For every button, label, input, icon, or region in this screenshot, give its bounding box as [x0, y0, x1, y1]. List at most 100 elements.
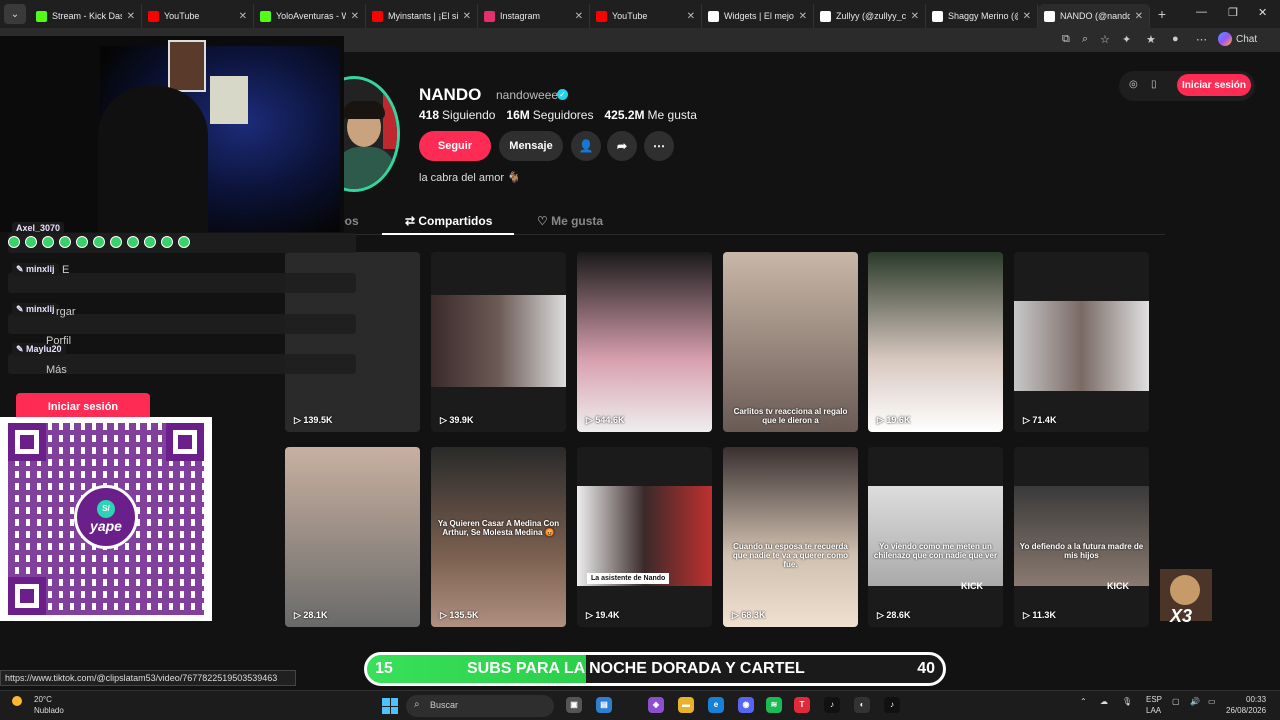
browser-tab[interactable]: Zullyy (@zullyy_cs) | ✕ — [814, 4, 926, 28]
video-card[interactable]: ▷ 39.9K — [431, 252, 566, 432]
network-icon[interactable]: ▢ — [1172, 697, 1180, 706]
tab-close-icon[interactable]: ✕ — [127, 11, 135, 22]
tab-close-icon[interactable]: ✕ — [463, 11, 471, 22]
browser-tab[interactable]: Stream - Kick Dashb ✕ — [30, 4, 142, 28]
zoom-icon[interactable]: ⌕ — [1082, 33, 1088, 46]
play-icon: ▷ — [877, 610, 887, 620]
tab-close-icon[interactable]: ✕ — [351, 11, 359, 22]
battery-icon[interactable]: ▭ — [1208, 697, 1216, 706]
video-card[interactable]: ▷ 28.1K — [285, 447, 420, 627]
app-icon[interactable]: T — [794, 697, 810, 713]
verified-badge-icon: ✓ — [557, 89, 568, 100]
more-icon[interactable]: ⋯ — [644, 131, 674, 161]
video-card[interactable]: ▷ 544.6K — [577, 252, 712, 432]
task-view-icon[interactable]: ▣ — [566, 697, 582, 713]
add-friend-icon[interactable]: 👤 — [571, 131, 601, 161]
minimize-icon[interactable]: — — [1196, 6, 1207, 18]
play-icon: ▷ — [440, 415, 450, 425]
browser-tab[interactable]: Instagram ✕ — [478, 4, 590, 28]
copilot-app-icon[interactable]: ◈ — [648, 697, 664, 713]
tray-app-icon[interactable]: ☁ — [1100, 697, 1108, 706]
video-thumbnail — [431, 295, 566, 387]
open-app-icon[interactable]: ⧉ — [1062, 33, 1070, 46]
discord-icon[interactable]: ◉ — [738, 697, 754, 713]
new-tab-icon[interactable]: + — [1150, 6, 1174, 22]
profile-avatar-icon[interactable]: ● — [1172, 33, 1179, 45]
weather-widget[interactable]: 20°C Nublado — [12, 694, 64, 716]
follow-button[interactable]: Seguir — [419, 131, 491, 161]
taskbar-clock[interactable]: 00:33 26/08/2026 — [1226, 694, 1266, 716]
tab-shared[interactable]: ⇄ Compartidos — [405, 214, 492, 228]
play-icon: ▷ — [294, 415, 304, 425]
extensions-icon[interactable]: ✦ — [1122, 33, 1131, 46]
tiktok-live-icon[interactable]: ♪ — [884, 697, 900, 713]
edge-browser-icon[interactable]: e — [708, 697, 724, 713]
browser-tab[interactable]: Myinstants | ¡El sitio ✕ — [366, 4, 478, 28]
widgets-app-icon[interactable]: ▤ — [596, 697, 612, 713]
spotify-icon[interactable]: ≋ — [766, 697, 782, 713]
tab-favicon-icon — [932, 10, 943, 22]
menu-more[interactable]: Más — [46, 364, 67, 376]
copilot-chat-button[interactable]: Chat — [1218, 32, 1257, 46]
file-explorer-icon[interactable]: ▬ — [678, 697, 694, 713]
video-view-count: ▷ 139.5K — [294, 415, 333, 425]
video-card[interactable]: Cuando tu esposa te recuerda que nadie t… — [723, 447, 858, 627]
device-icon[interactable]: ▯ — [1151, 79, 1157, 90]
obs-app-icon[interactable]: ◐ — [854, 697, 870, 713]
favorite-star-icon[interactable]: ☆ — [1100, 33, 1110, 46]
tab-close-icon[interactable]: ✕ — [799, 11, 807, 22]
webcam-overlay — [0, 36, 344, 232]
tab-close-icon[interactable]: ✕ — [911, 11, 919, 22]
followers-stat[interactable]: 16M Seguidores — [506, 108, 593, 122]
browser-tab[interactable]: NANDO (@nandowe ✕ — [1038, 4, 1150, 28]
video-card[interactable]: Carlitos tv reacciona al regalo que le d… — [723, 252, 858, 432]
browser-tab[interactable]: YoloAventuras - Wat ✕ — [254, 4, 366, 28]
start-menu-icon[interactable] — [382, 698, 398, 714]
video-card[interactable]: Ya Quieren Casar A Medina Con Arthur, Se… — [431, 447, 566, 627]
language-indicator[interactable]: ESP LAA — [1146, 694, 1162, 716]
tiktok-app-icon[interactable]: ♪ — [824, 697, 840, 713]
tab-close-icon[interactable]: ✕ — [1023, 11, 1031, 22]
volume-icon[interactable]: 🔊 — [1190, 697, 1200, 706]
tab-close-icon[interactable]: ✕ — [1135, 11, 1143, 22]
message-button[interactable]: Mensaje — [499, 131, 563, 161]
share-icon[interactable]: ➦ — [607, 131, 637, 161]
video-thumbnail — [1014, 301, 1149, 391]
browser-tab[interactable]: Shaggy Merino (@s ✕ — [926, 4, 1038, 28]
more-options-icon[interactable]: ⋯ — [1196, 33, 1207, 46]
tray-chevron-icon[interactable]: ⌃ — [1080, 697, 1087, 706]
tab-close-icon[interactable]: ✕ — [239, 11, 247, 22]
tab-favicon-icon — [148, 10, 159, 22]
video-card[interactable]: Yo defiendo a la futura madre de mis hij… — [1014, 447, 1149, 627]
tab-close-icon[interactable]: ✕ — [575, 11, 583, 22]
tab-actions-menu-icon[interactable]: ⌄ — [4, 4, 26, 24]
chat-text: Porfil — [46, 335, 72, 347]
browser-tab[interactable]: YouTube ✕ — [142, 4, 254, 28]
tab-close-icon[interactable]: ✕ — [687, 11, 695, 22]
video-view-count: ▷ 19.4K — [586, 610, 620, 620]
close-window-icon[interactable]: ✕ — [1258, 6, 1267, 19]
taskbar-search[interactable]: ⌕ Buscar — [406, 695, 554, 717]
video-view-count: ▷ 28.6K — [877, 610, 911, 620]
restore-icon[interactable]: ❐ — [1228, 6, 1238, 19]
microphone-icon[interactable]: 🎙 — [1122, 697, 1132, 706]
video-card[interactable]: La asistente de Nando ▷ 19.4K — [577, 447, 712, 627]
login-button-top[interactable]: Iniciar sesión — [1177, 74, 1251, 96]
video-thumbnail — [577, 486, 712, 586]
browser-tab[interactable]: YouTube ✕ — [590, 4, 702, 28]
video-thumbnail — [723, 447, 858, 627]
emote-x3-overlay: X3 — [1160, 569, 1212, 626]
video-card[interactable]: ▷ 71.4K — [1014, 252, 1149, 432]
tab-liked[interactable]: ♡ Me gusta — [537, 214, 603, 228]
video-thumbnail — [577, 252, 712, 432]
video-card[interactable]: Yo viendo como me meten un chilenazo que… — [868, 447, 1003, 627]
following-stat[interactable]: 418 Siguiendo — [419, 108, 495, 122]
chat-text: E — [62, 264, 70, 276]
browser-tab[interactable]: Widgets | El mejor s ✕ — [702, 4, 814, 28]
favorites-icon[interactable]: ★ — [1146, 33, 1156, 46]
video-card[interactable]: ▷ 19.6K — [868, 252, 1003, 432]
coin-icon[interactable]: ◎ — [1129, 79, 1138, 90]
tab-favicon-icon — [596, 10, 607, 22]
emote-icon — [161, 236, 173, 248]
tab-label: Widgets | El mejor s — [724, 11, 794, 21]
